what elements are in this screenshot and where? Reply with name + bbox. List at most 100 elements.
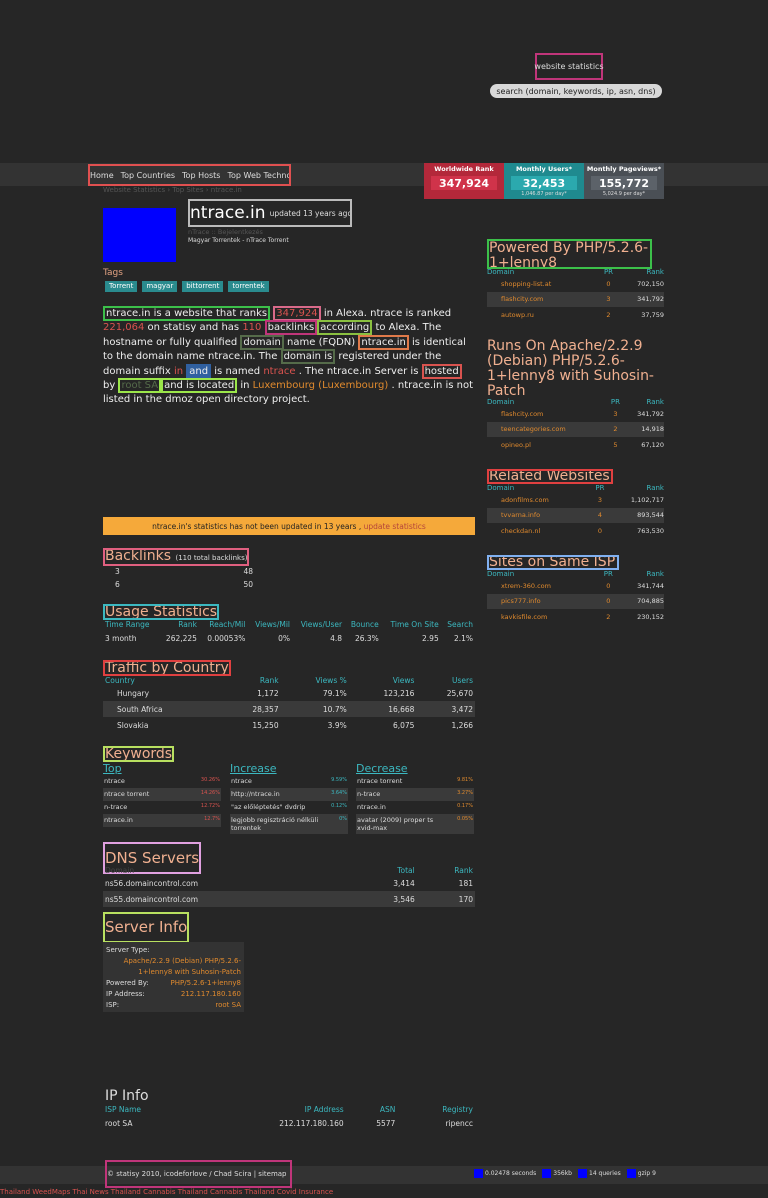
powered-by-value[interactable]: PHP/5.2.6-1+lenny8: [171, 978, 241, 989]
related-site-link[interactable]: kavkisfile.com: [487, 609, 600, 625]
table-cell: 0: [606, 279, 611, 288]
related-site-link[interactable]: tvvarna.info: [487, 507, 593, 523]
ip-address-link[interactable]: 212.117.180.160: [193, 1114, 346, 1132]
location-link[interactable]: Luxembourg (Luxembourg): [253, 380, 389, 391]
keyword-text[interactable]: ntrace: [231, 777, 252, 786]
keyword-row: n-trace 12.72%: [103, 801, 221, 814]
table-cell: 341,792: [616, 291, 664, 307]
tag-item[interactable]: bittorrent: [182, 281, 224, 292]
update-statistics-link[interactable]: update statistics: [364, 522, 426, 531]
related-site-link[interactable]: shopping-list.at: [487, 276, 600, 292]
related-site-link[interactable]: flashcity.com: [487, 406, 608, 422]
footer-copyright[interactable]: © statisy 2010, icodeforlove / Chad Scir…: [105, 1160, 292, 1188]
runs-on-table: Domain PR Rank flashcity.com 3 341,792 teenc…: [487, 398, 664, 453]
table-row: flashcity.com 3 341,792: [487, 291, 664, 307]
country-link[interactable]: South Africa: [103, 701, 223, 717]
related-site-link[interactable]: flashcity.com: [487, 291, 601, 307]
table-header: Time Range: [105, 620, 150, 629]
asn-link[interactable]: 5577: [346, 1114, 398, 1132]
summary-paragraph: ntrace.in is a website that ranks 347,92…: [103, 306, 475, 408]
keyword-row: ntrace torrent 14.26%: [103, 788, 221, 801]
table-cell: 4: [592, 507, 608, 523]
domain-suffix-link[interactable]: in: [174, 366, 183, 377]
breadcrumb[interactable]: Website Statistics › Top Sites › ntrace.…: [103, 186, 242, 194]
keyword-row: ntrace.in 0.17%: [356, 801, 474, 814]
ip-address-value[interactable]: 212.117.180.160: [181, 989, 241, 1000]
domain-name-link[interactable]: ntrace: [263, 366, 295, 377]
summary-text: is ranked: [405, 308, 452, 319]
keyword-text[interactable]: "az előléptetés" dvdrip: [231, 803, 305, 812]
table-cell: 0: [600, 593, 617, 609]
server-type-row: Server Type:: [106, 945, 241, 956]
tag-item[interactable]: torrentek: [228, 281, 269, 292]
keyword-text[interactable]: ntrace: [104, 777, 125, 786]
keyword-text[interactable]: legjobb regisztráció nélküli torrentek: [231, 816, 321, 832]
related-site-link[interactable]: autowp.ru: [487, 307, 600, 323]
table-header: Country: [105, 676, 135, 685]
keyword-text[interactable]: n-trace: [104, 803, 127, 812]
isp-name-link[interactable]: root SA: [103, 1114, 193, 1132]
related-site-link[interactable]: pics777.info: [487, 593, 601, 609]
dns-server-link[interactable]: ns55.domaincontrol.com: [103, 891, 352, 907]
table-header: ISP Name: [105, 1105, 142, 1114]
keyword-row: avatar (2009) proper ts xvid-max 0.05%: [356, 814, 474, 834]
keyword-text[interactable]: n-trace: [357, 790, 380, 799]
country-link[interactable]: Hungary: [103, 685, 222, 701]
summary-text: hosted: [421, 363, 462, 379]
dns-server-link[interactable]: ns56.domaincontrol.com: [103, 875, 352, 891]
summary-text: according: [317, 320, 373, 336]
tag-item[interactable]: magyar: [142, 281, 178, 292]
tag-item[interactable]: Torrent: [105, 281, 138, 292]
update-notice: ntrace.in's statistics has not been upda…: [103, 517, 475, 535]
site-title-link[interactable]: website statistics: [534, 53, 604, 80]
summary-text: and: [186, 363, 212, 379]
nav-item-top-hosts[interactable]: Top Hosts: [182, 171, 220, 180]
keyword-text[interactable]: ntrace torrent: [104, 790, 149, 799]
search-input[interactable]: search (domain, keywords, ip, asn, dns): [490, 84, 662, 98]
traffic-table: Country Rank Views % Views Users Hungary…: [103, 676, 475, 733]
table-cell: 6,075: [392, 720, 415, 730]
runs-on-heading: Runs On Apache/2.2.9 (Debian) PHP/5.2.6-…: [487, 338, 654, 399]
nav-item-top-web-technologies[interactable]: Top Web Technologies: [227, 171, 289, 180]
footer-links[interactable]: Thailand WeedMaps Thai News Thailand Can…: [0, 1188, 333, 1196]
related-site-link[interactable]: checkdan.nl: [487, 523, 592, 539]
related-websites-table: Domain PR Rank adonfilms.com 3 1,102,717 tvv…: [487, 484, 664, 539]
server-type-value[interactable]: Apache/2.2.9 (Debian) PHP/5.2.6-1+lenny8…: [106, 956, 241, 978]
keyword-percent: 0.17%: [457, 803, 473, 809]
summary-text: name (FQDN): [287, 336, 356, 348]
nav-item-top-countries[interactable]: Top Countries: [121, 171, 175, 180]
table-row: autowp.ru 2 37,759: [487, 307, 664, 323]
related-site-link[interactable]: teencategories.com: [487, 421, 609, 437]
related-site-link[interactable]: opineo.pl: [487, 437, 608, 453]
registry-link[interactable]: ripencc: [397, 1114, 475, 1132]
country-link[interactable]: Slovakia: [103, 717, 222, 733]
keyword-text[interactable]: ntrace torrent: [357, 777, 402, 786]
nav-item-home[interactable]: Home: [90, 171, 114, 180]
table-header-row: Domain PR Rank: [487, 484, 664, 492]
keyword-text[interactable]: http://ntrace.in: [231, 790, 280, 799]
keyword-text[interactable]: ntrace.in: [357, 803, 386, 812]
table-header: Rank: [178, 620, 197, 629]
keyword-text[interactable]: ntrace.in: [104, 816, 133, 825]
keywords-top-title[interactable]: Top: [103, 762, 221, 775]
powered-by-heading: Powered By PHP/5.2.6-1+lenny8: [487, 239, 652, 269]
related-site-link[interactable]: xtrem-360.com: [487, 578, 600, 594]
table-cell: 48: [243, 567, 253, 576]
table-header-row: Country Rank Views % Views Users: [103, 676, 475, 685]
isp-value[interactable]: root SA: [215, 1000, 241, 1011]
keywords-heading: Keywords: [103, 746, 175, 762]
keyword-text[interactable]: avatar (2009) proper ts xvid-max: [357, 816, 447, 832]
keywords-increase-title[interactable]: Increase: [230, 762, 348, 775]
table-cell: 3.9%: [327, 720, 347, 730]
host-link[interactable]: root SA: [118, 378, 162, 394]
table-header: Reach/Mil: [209, 620, 246, 629]
related-site-link[interactable]: adonfilms.com: [487, 492, 592, 508]
gzip-icon: [626, 1169, 636, 1178]
keywords-decrease-title[interactable]: Decrease: [356, 762, 474, 775]
server-info-box: Server Type: Apache/2.2.9 (Debian) PHP/5…: [103, 942, 244, 1012]
table-header: Views %: [315, 676, 347, 685]
table-row: ns56.domaincontrol.com 3,414 181: [103, 875, 475, 891]
table-header-row: Domain PR Rank: [487, 570, 664, 578]
table-header: Views: [392, 676, 415, 685]
table-cell: 3: [613, 409, 618, 418]
